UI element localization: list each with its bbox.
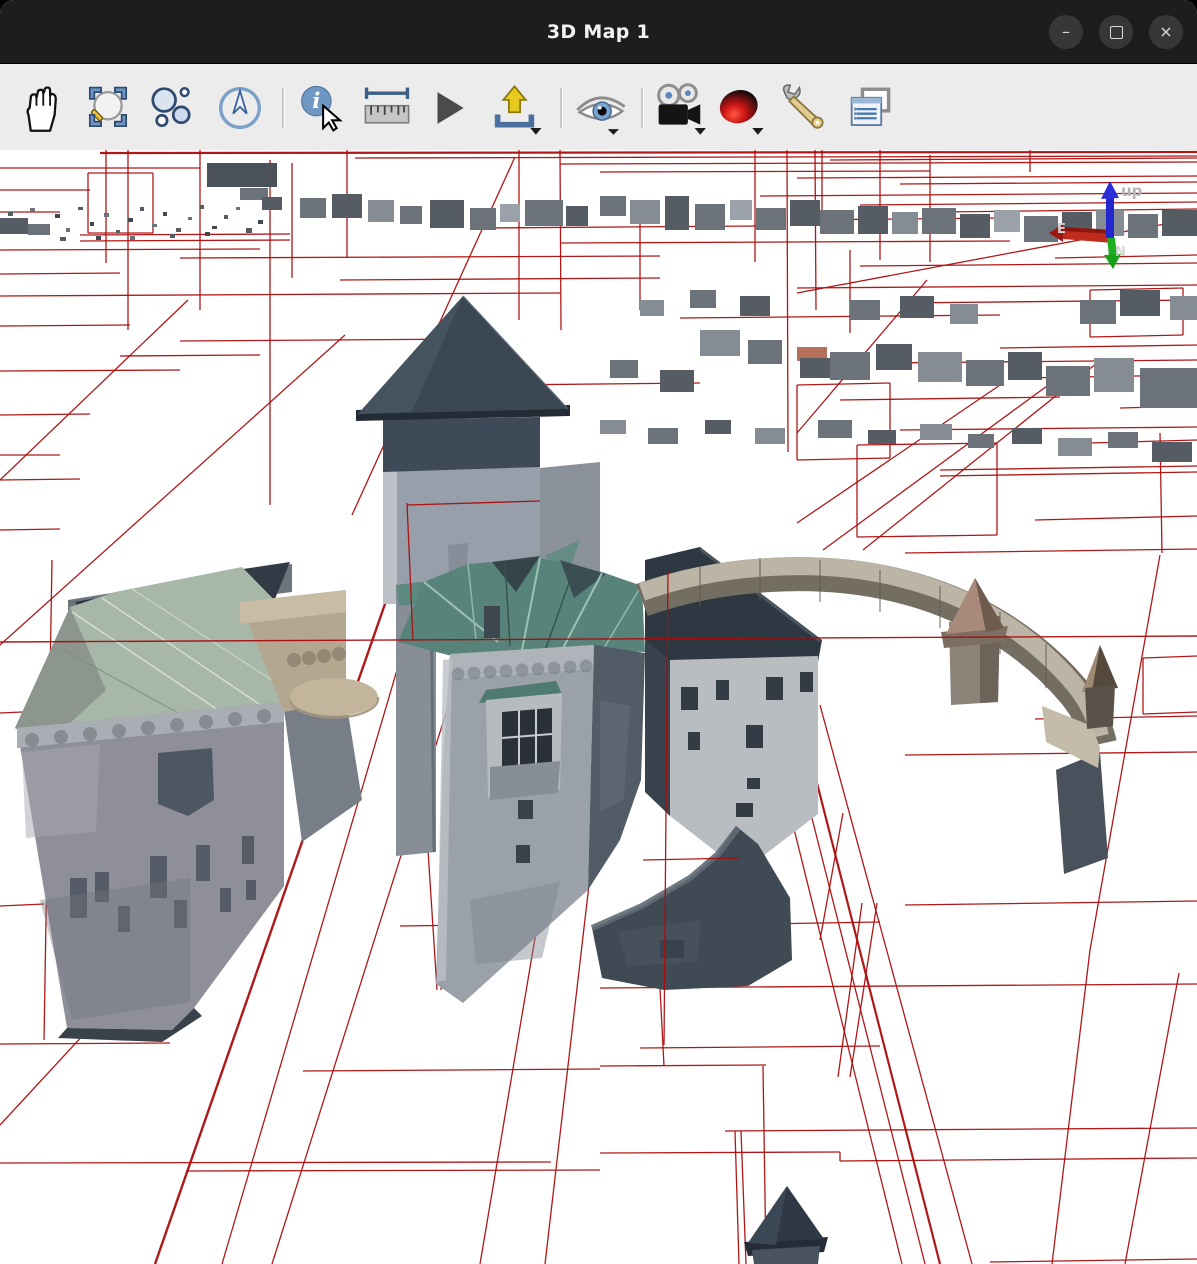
compass-icon xyxy=(216,83,264,133)
eye-icon xyxy=(574,83,628,137)
castle-3d-model xyxy=(15,296,1118,1264)
toolbar: i xyxy=(0,64,1197,150)
3d-scene: up E N xyxy=(0,150,1197,1264)
report-button[interactable] xyxy=(847,83,895,133)
toolbar-separator xyxy=(560,88,563,128)
axis-north-label: N xyxy=(1115,245,1126,260)
toolbar-separator xyxy=(641,88,644,128)
zoom-extent-icon xyxy=(84,83,132,133)
report-log-icon xyxy=(847,83,895,133)
close-button[interactable]: × xyxy=(1149,15,1183,49)
export-view-icon xyxy=(492,83,546,137)
animate-tool-button[interactable] xyxy=(434,83,466,133)
export-tool-button[interactable] xyxy=(492,83,546,133)
toolbar-separator xyxy=(282,88,285,128)
overlay-tool-button[interactable] xyxy=(148,83,194,133)
animation-record-button[interactable] xyxy=(654,83,706,133)
svg-text:i: i xyxy=(312,89,320,114)
movie-camera-icon xyxy=(654,83,706,137)
pan-tool-button[interactable] xyxy=(18,83,64,133)
window-title: 3D Map 1 xyxy=(547,21,650,43)
axis-up-label: up xyxy=(1121,182,1143,200)
play-icon xyxy=(434,83,466,133)
zoom-tool-button[interactable] xyxy=(84,83,132,133)
pan-hand-icon xyxy=(18,83,64,133)
measure-ruler-icon xyxy=(362,83,412,133)
overlay-circles-icon xyxy=(148,83,194,133)
3d-map-canvas[interactable]: up E N xyxy=(0,150,1197,1264)
light-sphere-icon xyxy=(716,83,766,137)
settings-button[interactable] xyxy=(779,83,831,133)
lighting-button[interactable] xyxy=(716,83,766,133)
wrench-icon xyxy=(779,83,831,135)
maximize-icon xyxy=(1110,26,1123,39)
axis-east-label: E xyxy=(1057,222,1066,237)
query-info-icon: i xyxy=(296,83,348,135)
measure-tool-button[interactable] xyxy=(362,83,412,133)
maximize-button[interactable] xyxy=(1099,15,1133,49)
titlebar: 3D Map 1 – × xyxy=(0,0,1197,64)
background-city-buildings xyxy=(0,163,1197,462)
app-window: 3D Map 1 – × xyxy=(0,0,1197,1264)
query-tool-button[interactable]: i xyxy=(296,83,348,133)
minimize-button[interactable]: – xyxy=(1049,15,1083,49)
rotate-tool-button[interactable] xyxy=(216,83,264,133)
window-controls: – × xyxy=(1049,0,1183,64)
view-control-button[interactable] xyxy=(574,83,628,133)
